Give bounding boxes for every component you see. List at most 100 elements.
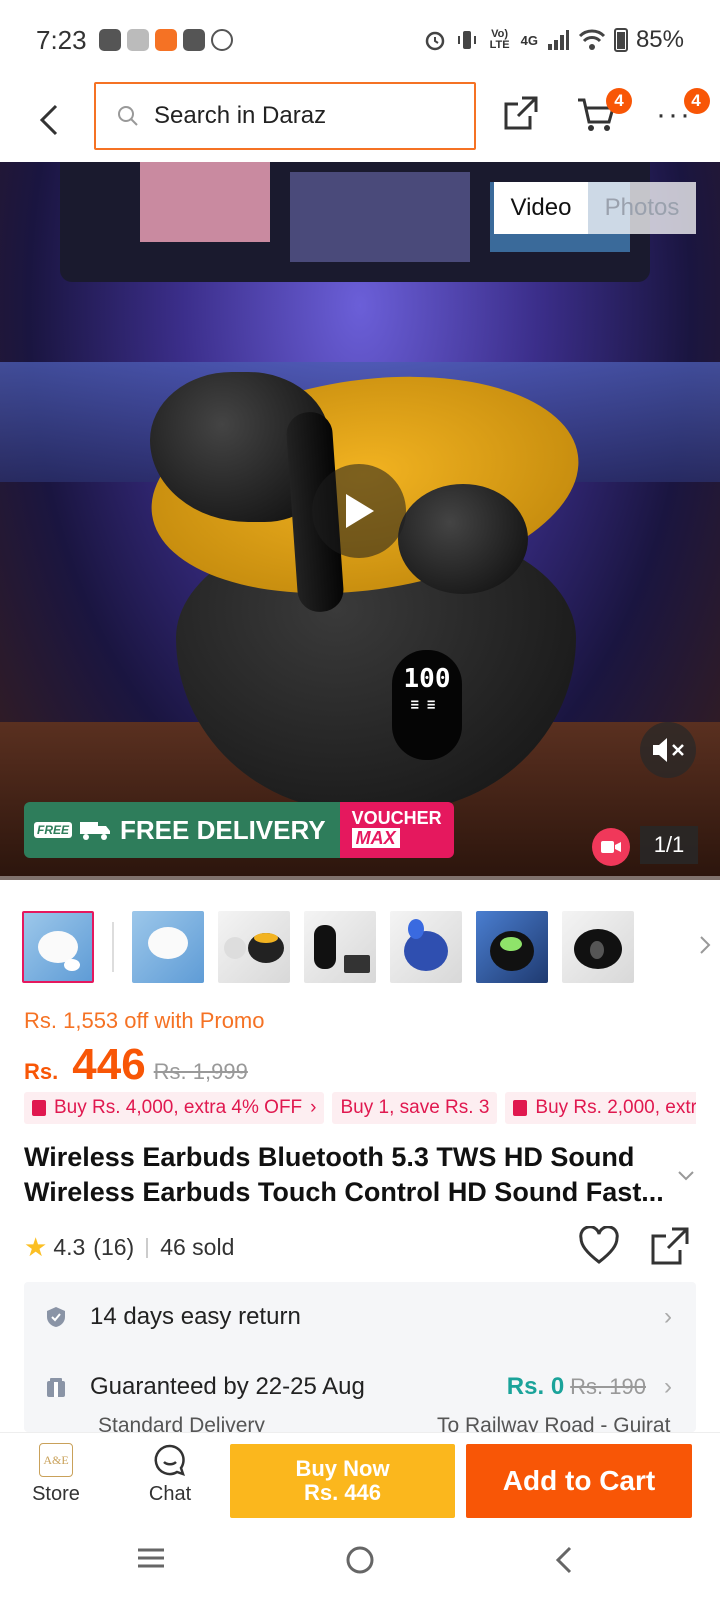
promo-chip[interactable]: Buy Rs. 2,000, extr [505,1092,696,1124]
battery-level: 85% [635,26,684,53]
return-text: 14 days easy return [90,1303,301,1330]
services-panel: 14 days easy return › Guaranteed by 22-2… [24,1282,696,1432]
system-navigation-bar [0,1524,720,1608]
promo-chip[interactable]: Buy Rs. 4,000, extra 4% OFF › [24,1092,325,1124]
buy-now-label: Buy Now [295,1456,390,1481]
network-label: 4G [520,32,538,48]
voucher-label: VOUCHER [351,808,442,828]
delivery-destination: To Railway Road - Gujrat [437,1414,671,1432]
delivery-row[interactable]: Guaranteed by 22-25 Aug Rs. 0 Rs. 190 › [24,1352,696,1422]
speaker-muted-icon [653,738,684,762]
price-value: 446 [72,1040,146,1089]
more-menu-button[interactable]: ··· 4 [656,88,710,132]
search-input[interactable]: Search in Daraz [94,82,476,150]
delivery-fee-new: Rs. 0 [506,1373,565,1400]
thumbnail-item[interactable] [132,911,204,983]
rating-row[interactable]: ★ 4.3 (16) 46 sold [24,1232,234,1263]
battery-display-value: 100 [403,664,451,694]
truck-icon [80,822,111,840]
delivery-fee: Rs. 0 Rs. 190 [507,1373,646,1401]
price-row: Rs. 446 Rs. 1,999 [24,1040,248,1090]
voucher-max-label: MAX [351,828,400,848]
return-policy-row[interactable]: 14 days easy return › [24,1282,696,1352]
thumbnail-item[interactable] [22,911,94,983]
chat-button[interactable]: Chat [140,1443,200,1506]
media-counter: 1/1 [640,826,698,864]
free-delivery-badge: FREE FREE DELIVERY [24,802,340,858]
search-icon [118,106,138,126]
thumbnail-item[interactable] [476,911,548,983]
sold-count: 46 sold [160,1234,235,1260]
delivery-type: Standard Delivery [98,1414,265,1432]
alarm-icon [425,31,444,51]
review-count: (16) [93,1234,135,1260]
chevron-right-icon: › [664,1303,672,1330]
shield-check-icon [47,1307,65,1327]
thumbnail-divider [112,922,114,972]
thumbnail-item[interactable] [218,911,290,983]
media-tabs: Video Photos [494,182,696,234]
thumbnail-item[interactable] [562,911,634,983]
right-earbud [398,484,528,594]
product-media[interactable]: 100 ≡≡ Video Photos FREE FREE DELIVERY V… [0,162,720,880]
play-icon [346,494,374,528]
promo-chips: Buy Rs. 4,000, extra 4% OFF › Buy 1, save… [24,1092,696,1124]
status-time: 7:23 [36,24,87,55]
app-notification-icon [182,29,205,51]
chevron-right-icon: › [664,1373,672,1400]
battery-icon [613,28,628,52]
share-icon[interactable] [650,1226,690,1266]
home-icon[interactable] [344,1544,376,1576]
promo-banner: FREE FREE DELIVERY VOUCHER MAX [24,802,454,858]
share-icon[interactable] [502,94,540,132]
recent-apps-icon[interactable] [136,1544,166,1572]
video-progress-bar[interactable] [0,876,720,880]
free-tag: FREE [34,822,73,838]
back-icon[interactable] [552,1544,576,1576]
free-delivery-label: FREE DELIVERY [120,814,326,845]
chevron-right-icon[interactable] [698,934,712,956]
rating-divider [146,1237,149,1258]
bottom-action-bar: A&E Store Chat Buy Now Rs. 446 Add to Ca… [0,1432,720,1524]
chat-label: Chat [148,1483,192,1505]
back-arrow-icon[interactable] [32,98,68,142]
store-logo: A&E [39,1443,73,1477]
chevron-down-icon[interactable] [676,1168,696,1182]
status-bar: 7:23 Vo) LTE 4G 85% [0,0,720,80]
thumbnail-item[interactable] [304,911,376,983]
mute-button[interactable] [640,722,696,778]
gift-icon [32,1100,46,1116]
top-navigation: Search in Daraz 4 ··· 4 [0,80,720,162]
thumbnail-strip [22,910,711,984]
video-camera-icon [592,828,630,866]
add-to-cart-button[interactable]: Add to Cart [466,1444,692,1518]
thumbnail-item[interactable] [390,911,462,983]
temu-icon [126,29,149,51]
guarantee-text: Guaranteed by 22-25 Aug [90,1373,365,1400]
delivery-fee-old: Rs. 190 [570,1374,646,1399]
daraz-icon [154,29,177,51]
tab-video[interactable]: Video [494,182,588,234]
buy-now-button[interactable]: Buy Now Rs. 446 [230,1444,455,1518]
wifi-icon [578,29,606,50]
search-placeholder: Search in Daraz [154,102,327,129]
star-icon: ★ [24,1232,48,1262]
signal-icon [547,30,569,50]
wishlist-heart-icon[interactable] [578,1226,620,1266]
voucher-max-badge: VOUCHER MAX [339,802,454,858]
promo-discount-text: Rs. 1,553 off with Promo [24,1008,265,1033]
buy-now-price: Rs. 446 [303,1480,382,1505]
play-button[interactable] [312,464,406,558]
cart-badge: 4 [606,88,632,114]
tab-photos[interactable]: Photos [588,182,696,234]
battery-display: 100 ≡≡ [392,650,462,760]
more-badge: 4 [684,88,710,114]
volte-label: Vo) LTE [489,28,510,51]
chat-icon [154,1444,185,1476]
promo-chip[interactable]: Buy 1, save Rs. 3 [332,1092,498,1124]
store-button[interactable]: A&E Store [26,1443,86,1506]
product-title: Wireless Earbuds Bluetooth 5.3 TWS HD So… [24,1142,664,1207]
vibrate-icon [457,31,476,49]
cart-button[interactable]: 4 [576,88,632,139]
store-label: Store [32,1483,80,1505]
